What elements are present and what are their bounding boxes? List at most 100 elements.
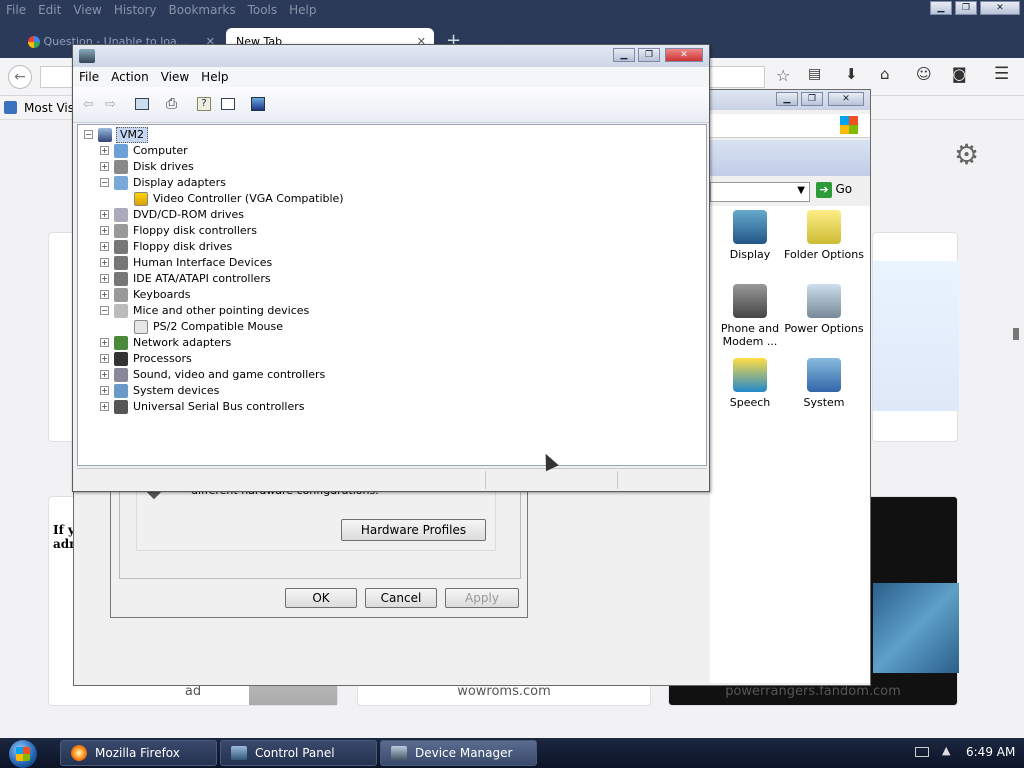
device-manager-window: ▁ ❐ ✕ File Action View Help ⇦ ⇨ ⎙ ? − VM2 + Co… — [72, 44, 710, 492]
device-category-label: System devices — [133, 384, 220, 397]
expand-icon[interactable]: + — [100, 162, 109, 171]
device-category-icon — [114, 304, 128, 318]
power-options-icon — [807, 284, 841, 318]
menu-edit[interactable]: Edit — [32, 0, 67, 20]
cp-item-folder-options[interactable]: Folder Options — [784, 210, 864, 261]
close-button[interactable]: ✕ — [828, 92, 864, 106]
clock[interactable]: 6:49 AM — [966, 745, 1015, 759]
device-category-icon — [114, 176, 128, 190]
hardware-profiles-button[interactable]: Hardware Profiles — [341, 519, 486, 541]
ok-button[interactable]: OK — [285, 588, 357, 608]
cp-item-phone-modem[interactable]: Phone and Modem ... — [710, 284, 790, 348]
minimize-button[interactable]: ▁ — [613, 48, 635, 62]
show-hide-tree-icon[interactable] — [135, 98, 149, 110]
task-device-manager[interactable]: Device Manager — [380, 740, 537, 766]
device-category-label: Mice and other pointing devices — [133, 304, 310, 317]
address-dropdown[interactable]: ▼ — [710, 182, 810, 202]
tile-label: ad — [184, 684, 202, 699]
collapse-icon[interactable]: − — [84, 130, 93, 139]
menubar: File Action View Help — [73, 67, 709, 87]
print-icon[interactable]: ⎙ — [166, 96, 177, 112]
keyboard-icon[interactable] — [915, 747, 929, 757]
device-category-icon — [114, 240, 128, 254]
status-bar — [77, 468, 707, 490]
menu-history[interactable]: History — [108, 0, 163, 20]
device-tree: − VM2 + Computer + Disk drives − Display adapte… — [77, 124, 707, 466]
expand-icon[interactable]: + — [100, 274, 109, 283]
expand-icon[interactable]: + — [100, 258, 109, 267]
title-bar: ▁ ❐ ✕ — [73, 45, 709, 67]
show-hidden-icons-icon[interactable]: ▲ — [942, 744, 950, 757]
tile-label: powerrangers.fandom.com — [725, 684, 901, 699]
device-category-label: Floppy disk drives — [133, 240, 233, 253]
restore-button[interactable]: ❐ — [955, 1, 977, 15]
task-firefox[interactable]: Mozilla Firefox — [60, 740, 217, 766]
back-icon[interactable]: ⇦ — [83, 97, 94, 112]
menu-bookmarks[interactable]: Bookmarks — [163, 0, 242, 20]
menu-action[interactable]: Action — [105, 67, 155, 84]
forward-icon[interactable]: ⇨ — [105, 97, 116, 112]
help-icon[interactable]: ? — [197, 97, 211, 111]
cp-item-system[interactable]: System — [784, 358, 864, 409]
task-control-panel[interactable]: Control Panel — [220, 740, 377, 766]
cancel-button[interactable]: Cancel — [365, 588, 437, 608]
expand-icon[interactable]: + — [100, 226, 109, 235]
smiley-icon[interactable]: ☺ — [916, 65, 932, 83]
collapse-icon[interactable]: − — [100, 306, 109, 315]
expand-icon[interactable]: + — [100, 386, 109, 395]
menu-file[interactable]: File — [73, 67, 105, 84]
start-button[interactable] — [9, 740, 37, 768]
go-button[interactable]: ➔ Go — [816, 182, 862, 202]
cp-item-power-options[interactable]: Power Options — [784, 284, 864, 335]
expand-icon[interactable]: + — [100, 338, 109, 347]
most-visited-link[interactable]: Most Visi — [24, 101, 77, 115]
cp-item-display[interactable]: Display — [710, 210, 790, 261]
expand-icon[interactable]: + — [100, 290, 109, 299]
home-icon[interactable]: ⌂ — [880, 65, 890, 83]
library-icon[interactable]: ▤ — [808, 66, 821, 82]
device-category-icon — [114, 368, 128, 382]
google-icon — [28, 36, 40, 48]
pocket-icon[interactable]: ◙ — [952, 65, 967, 83]
expand-icon[interactable]: + — [100, 146, 109, 155]
back-icon[interactable]: ← — [8, 65, 32, 89]
apply-button[interactable]: Apply — [445, 588, 519, 608]
menu-help[interactable]: Help — [283, 0, 322, 20]
expand-icon[interactable]: + — [100, 402, 109, 411]
expand-icon[interactable]: + — [100, 354, 109, 363]
device-category-label: Keyboards — [133, 288, 191, 301]
firefox-icon — [71, 745, 87, 761]
mouse-icon — [134, 320, 148, 334]
menu-view[interactable]: View — [67, 0, 107, 20]
collapse-icon[interactable]: − — [100, 178, 109, 187]
cp-item-speech[interactable]: Speech — [710, 358, 790, 409]
download-icon[interactable]: ⬇ — [845, 65, 858, 83]
windows-logo-icon — [16, 747, 30, 761]
minimize-button[interactable]: ▁ — [930, 1, 952, 15]
properties-icon[interactable] — [221, 98, 235, 110]
device-item-label: Video Controller (VGA Compatible) — [153, 192, 344, 205]
scan-hardware-icon[interactable] — [251, 97, 265, 111]
menu-help[interactable]: Help — [195, 67, 234, 84]
expand-icon[interactable]: + — [100, 370, 109, 379]
system-icon — [807, 358, 841, 392]
close-button[interactable]: ✕ — [665, 48, 703, 62]
minimize-button[interactable]: ▁ — [776, 92, 798, 106]
bookmark-star-icon[interactable]: ☆ — [776, 66, 790, 85]
device-category-label: Network adapters — [133, 336, 232, 349]
close-button[interactable]: ✕ — [980, 1, 1020, 15]
menu-tools[interactable]: Tools — [242, 0, 284, 20]
hamburger-menu-icon[interactable]: ☰ — [994, 64, 1009, 84]
maximize-button[interactable]: ❐ — [801, 92, 823, 106]
expand-icon[interactable]: + — [100, 210, 109, 219]
device-category-label: Floppy disk controllers — [133, 224, 257, 237]
scrollbar[interactable] — [1010, 240, 1024, 738]
expand-icon[interactable]: + — [100, 242, 109, 251]
top-site-tile[interactable] — [872, 232, 959, 442]
menu-file[interactable]: File — [0, 0, 32, 20]
menu-view[interactable]: View — [155, 67, 195, 84]
windows-flag-icon — [840, 116, 858, 134]
control-panel-icon — [231, 746, 247, 760]
settings-gear-icon[interactable]: ⚙ — [954, 138, 979, 171]
maximize-button[interactable]: ❐ — [638, 48, 660, 62]
